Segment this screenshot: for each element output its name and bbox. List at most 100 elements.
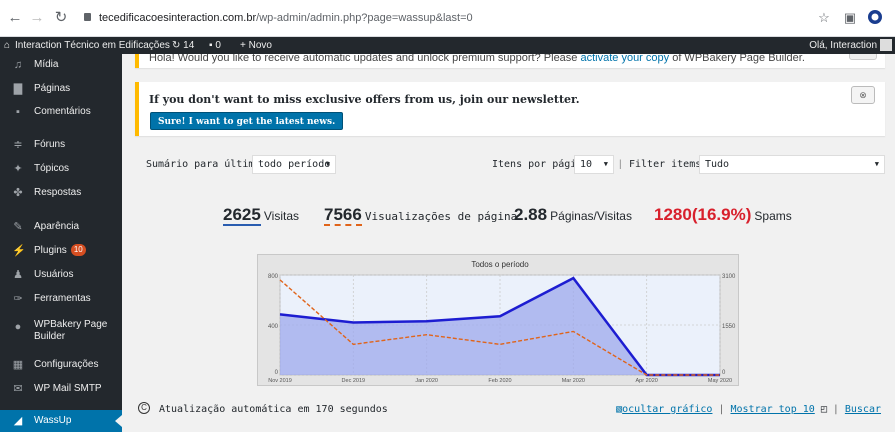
pages-per-visit-label: Páginas/Visitas: [550, 209, 632, 223]
spams-count: 1280: [654, 205, 692, 224]
y-left-tick-label: 400: [268, 324, 279, 330]
comments-icon: ▪: [16, 106, 20, 118]
sidebar-item-plugins[interactable]: ⚡ Plugins 10: [0, 240, 122, 262]
newsletter-subscribe-button[interactable]: Sure! I want to get the latest news.: [150, 112, 344, 130]
filter-items-value: Tudo: [705, 159, 730, 170]
hide-chart-link[interactable]: ocultar gráfico: [622, 404, 712, 415]
extension-icon[interactable]: ▣: [841, 9, 859, 27]
sidebar-item-label-line2: Builder: [34, 331, 66, 342]
x-tick-label: Apr 2020: [636, 378, 658, 384]
dismiss-icon: ⊗: [859, 90, 867, 100]
address-bar[interactable]: tecedificacoesinteraction.com.br/wp-admi…: [84, 7, 844, 29]
pageviews-count: 7566: [324, 205, 362, 226]
sidebar-item-foruns[interactable]: ≑ Fóruns: [0, 134, 122, 156]
plugins-update-badge: 10: [70, 244, 86, 257]
x-tick-label: Nov 2019: [268, 378, 292, 384]
replies-icon: ✤: [13, 187, 23, 199]
update-notice: Hola! Would you like to receive automati…: [135, 54, 885, 68]
browser-toolbar: ← → ↻ tecedificacoesinteraction.com.br/w…: [0, 0, 895, 37]
search-link[interactable]: Buscar: [845, 404, 881, 415]
x-tick-label: Dec 2019: [342, 378, 366, 384]
stat-visits: 2625 Visitas: [223, 205, 299, 233]
howdy-link[interactable]: Olá, Interaction: [809, 37, 877, 54]
sidebar-item-comentarios[interactable]: ▪ Comentários: [0, 101, 122, 123]
update-notice-dismiss-button[interactable]: [849, 54, 877, 60]
per-page-select[interactable]: 10 ▼: [574, 155, 614, 174]
autorefresh-text: Atualização automática em 170 segundos: [159, 404, 388, 415]
newsletter-text: If you don't want to miss exclusive offe…: [149, 93, 580, 106]
update-notice-text: Hola! Would you like to receive automati…: [149, 54, 578, 64]
url-path: /wp-admin/admin.php?page=wassup&last=0: [256, 12, 473, 24]
separator: |: [619, 159, 622, 170]
profile-icon[interactable]: [866, 9, 884, 27]
sidebar-item-topicos[interactable]: ✦ Tópicos: [0, 158, 122, 180]
settings-icon: ▦: [12, 359, 24, 371]
pageviews-label: Visualizações de página: [364, 210, 518, 223]
updates-link[interactable]: ↻ 14: [172, 37, 194, 54]
y-right-tick-label: 3100: [722, 274, 736, 280]
forward-icon[interactable]: →: [28, 9, 46, 27]
sidebar-item-label: WP Mail SMTP: [34, 383, 102, 394]
sidebar-item-wassup[interactable]: ◢ WassUp: [0, 410, 122, 432]
site-name-link[interactable]: Interaction Técnico em Edificações: [15, 37, 170, 54]
mail-icon: ✉: [13, 383, 23, 395]
activate-link[interactable]: activate your copy: [580, 54, 669, 64]
avatar[interactable]: [880, 39, 892, 51]
new-content-link[interactable]: + Novo: [240, 37, 272, 54]
chevron-down-icon: ▼: [325, 160, 330, 168]
refresh-icon: C: [138, 402, 150, 414]
sidebar-item-configuracoes[interactable]: ▦ Configurações: [0, 354, 122, 376]
filter-items-select[interactable]: Tudo ▼: [699, 155, 885, 174]
newsletter-notice: If you don't want to miss exclusive offe…: [135, 82, 885, 136]
appearance-icon: ✎: [13, 221, 23, 233]
spams-percent: (16.9%): [691, 205, 752, 224]
sidebar-item-paginas[interactable]: ▇ Páginas: [0, 78, 122, 100]
updates-count: 14: [183, 40, 195, 51]
x-tick-label: Mar 2020: [562, 378, 585, 384]
comments-link[interactable]: ▪ 0: [209, 37, 221, 54]
admin-bar: ⌂ Interaction Técnico em Edificações ↻ 1…: [0, 37, 895, 54]
pages-icon: ▇: [13, 83, 23, 95]
chart-svg: Todos o período 0 400 800 0 1550 3100 Nov 2019 D…: [268, 260, 736, 384]
sidebar-item-wp-mail-smtp[interactable]: ✉ WP Mail SMTP: [0, 378, 122, 400]
sidebar-item-ferramentas[interactable]: ✑ Ferramentas: [0, 288, 122, 310]
wp-home-icon[interactable]: ⌂: [4, 37, 10, 54]
updates-icon: ↻: [172, 40, 184, 51]
sidebar-item-usuarios[interactable]: ♟ Usuários: [0, 264, 122, 286]
back-icon[interactable]: ←: [6, 9, 24, 27]
summary-period-value: todo período: [258, 159, 331, 170]
chevron-down-icon: ▼: [874, 160, 879, 168]
separator: |: [718, 404, 725, 415]
lock-icon: [84, 13, 91, 21]
sidebar-item-respostas[interactable]: ✤ Respostas: [0, 182, 122, 204]
y-left-tick-label: 0: [275, 370, 279, 376]
update-notice-suffix: of WPBakery Page Builder.: [672, 54, 805, 64]
comments-count: 0: [215, 40, 221, 51]
sidebar-item-aparencia[interactable]: ✎ Aparência: [0, 216, 122, 238]
current-menu-arrow: [115, 415, 122, 427]
newsletter-dismiss-button[interactable]: ⊗: [851, 86, 875, 104]
x-tick-label: Jan 2020: [415, 378, 438, 384]
plugins-icon: ⚡: [12, 245, 26, 257]
star-icon[interactable]: ☆: [815, 9, 833, 27]
sidebar-item-label: WassUp: [34, 415, 72, 426]
reload-icon[interactable]: ↻: [52, 9, 70, 27]
plus-icon: +: [240, 40, 249, 51]
main-content: Hola! Would you like to receive automati…: [122, 54, 895, 427]
show-top-link[interactable]: Mostrar top 10: [730, 404, 814, 415]
popup-icon: ◰: [820, 404, 827, 415]
sidebar-item-wpbakery[interactable]: ● WPBakery Page Builder: [0, 316, 122, 350]
y-right-tick-label: 1550: [722, 324, 736, 330]
sidebar-item-label: Mídia: [34, 59, 59, 70]
summary-period-select[interactable]: todo período ▼: [252, 155, 336, 174]
sidebar-item-label: Configurações: [34, 359, 99, 370]
new-label: Novo: [248, 40, 272, 51]
footer-links: ▧ocultar gráfico | Mostrar top 10 ◰ | Buscar: [616, 404, 881, 415]
sidebar-item-label: Páginas: [34, 83, 71, 94]
sidebar-item-label: WPBakery Page: [34, 319, 108, 330]
sidebar-item-midia[interactable]: ♫ Mídia: [0, 54, 122, 76]
visits-chart: Todos o período 0 400 800 0 1550 3100 Nov 2019 D…: [257, 254, 739, 386]
wassup-icon: ◢: [13, 415, 23, 427]
separator: |: [832, 404, 839, 415]
sidebar-item-label: Plugins: [34, 245, 67, 256]
